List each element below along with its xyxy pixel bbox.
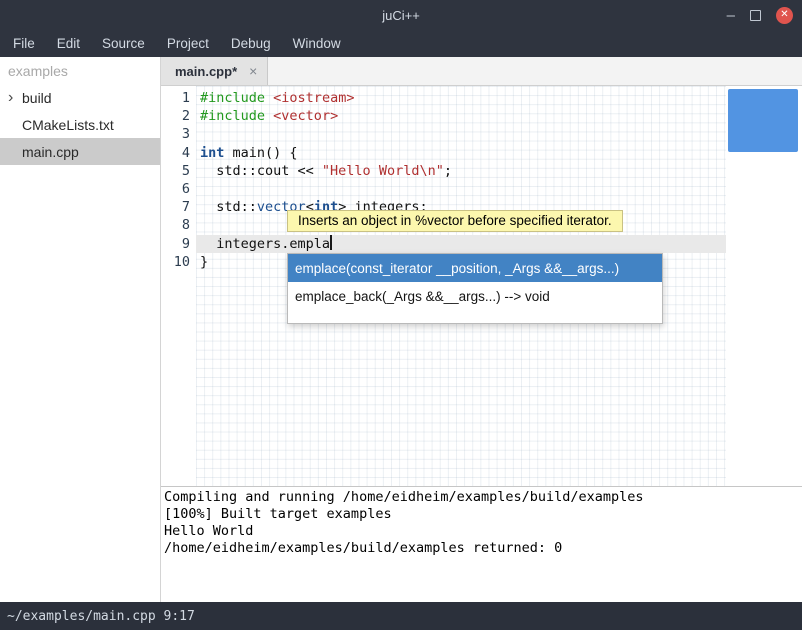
- maximize-icon[interactable]: [750, 10, 761, 21]
- tree-item-main.cpp[interactable]: main.cpp: [0, 138, 160, 165]
- code-token: }: [200, 254, 208, 270]
- code-line-6[interactable]: [196, 180, 726, 198]
- terminal-line: Compiling and running /home/eidheim/exam…: [164, 489, 802, 506]
- window-controls: – ✕: [727, 0, 793, 30]
- code-editor[interactable]: 12345678910 #include <iostream>#include …: [161, 86, 802, 486]
- minimap[interactable]: [726, 86, 802, 486]
- tab-main-cpp[interactable]: main.cpp* ×: [161, 57, 268, 85]
- tab-bar: main.cpp* ×: [161, 57, 802, 86]
- code-token: #include: [200, 108, 265, 124]
- title-bar[interactable]: juCi++ – ✕: [0, 0, 802, 30]
- line-number: 8: [161, 216, 190, 234]
- tab-label: main.cpp*: [175, 64, 237, 79]
- completion-item-1[interactable]: emplace_back(_Args &&__args...) --> void: [288, 282, 662, 310]
- code-line-2[interactable]: #include <vector>: [196, 107, 726, 125]
- menu-item-source[interactable]: Source: [91, 31, 156, 56]
- code-token: int: [200, 145, 224, 161]
- project-folder-label: examples: [0, 57, 160, 84]
- code-line-4[interactable]: int main() {: [196, 144, 726, 162]
- line-number: 3: [161, 125, 190, 143]
- tree-item-CMakeLists.txt[interactable]: CMakeLists.txt: [0, 111, 160, 138]
- juci-window: juCi++ – ✕ FileEditSourceProjectDebugWin…: [0, 0, 802, 630]
- file-sidebar: examples ›build CMakeLists.txt main.cpp: [0, 57, 161, 602]
- code-token: std::cout <<: [200, 163, 322, 179]
- line-number: 5: [161, 162, 190, 180]
- status-bar: ~/examples/main.cpp 9:17: [0, 602, 802, 630]
- chevron-right-icon[interactable]: ›: [8, 90, 22, 106]
- status-text: ~/examples/main.cpp 9:17: [7, 609, 195, 624]
- line-number: 6: [161, 180, 190, 198]
- tree-item-label: build: [22, 90, 52, 106]
- tree-item-label: CMakeLists.txt: [22, 117, 114, 133]
- tree-item-label: main.cpp: [22, 144, 79, 160]
- line-number-gutter: 12345678910: [161, 86, 196, 486]
- tree-item-build[interactable]: ›build: [0, 84, 160, 111]
- terminal-line: /home/eidheim/examples/build/examples re…: [164, 540, 802, 557]
- minimap-thumb[interactable]: [728, 89, 798, 152]
- main-area: examples ›build CMakeLists.txt main.cpp ma…: [0, 57, 802, 602]
- menu-item-window[interactable]: Window: [282, 31, 352, 56]
- line-number: 4: [161, 144, 190, 162]
- editor-pane: main.cpp* × 12345678910 #include <iostre…: [161, 57, 802, 602]
- code-token: "Hello World\n": [322, 163, 444, 179]
- menu-item-project[interactable]: Project: [156, 31, 220, 56]
- terminal-line: Hello World: [164, 523, 802, 540]
- code-token: ;: [444, 163, 452, 179]
- menu-bar: FileEditSourceProjectDebugWindow: [0, 30, 802, 57]
- code-token: integers.empla: [200, 236, 330, 252]
- code-token: #include: [200, 90, 265, 106]
- code-token: <iostream>: [273, 90, 354, 106]
- file-tree: ›build CMakeLists.txt main.cpp: [0, 84, 160, 165]
- code-line-1[interactable]: #include <iostream>: [196, 89, 726, 107]
- line-number: 10: [161, 253, 190, 271]
- doc-tooltip: Inserts an object in %vector before spec…: [287, 210, 623, 232]
- code-token: std::: [200, 199, 257, 215]
- close-icon[interactable]: ✕: [776, 7, 793, 24]
- completion-item-0[interactable]: emplace(const_iterator __position, _Args…: [288, 254, 662, 282]
- completion-popup: emplace(const_iterator __position, _Args…: [287, 253, 663, 324]
- menu-item-edit[interactable]: Edit: [46, 31, 91, 56]
- code-token: <vector>: [273, 108, 338, 124]
- line-number: 1: [161, 89, 190, 107]
- code-token: [265, 108, 273, 124]
- line-number: 2: [161, 107, 190, 125]
- code-token: [265, 90, 273, 106]
- tab-close-icon[interactable]: ×: [249, 63, 257, 79]
- code-line-9[interactable]: integers.empla: [196, 235, 726, 253]
- text-cursor: [330, 235, 332, 250]
- minimize-icon[interactable]: –: [727, 8, 735, 23]
- line-number: 7: [161, 198, 190, 216]
- terminal-output[interactable]: Compiling and running /home/eidheim/exam…: [161, 486, 802, 602]
- menu-item-file[interactable]: File: [2, 31, 46, 56]
- window-title: juCi++: [382, 8, 420, 23]
- menu-item-debug[interactable]: Debug: [220, 31, 282, 56]
- terminal-line: [100%] Built target examples: [164, 506, 802, 523]
- line-number: 9: [161, 235, 190, 253]
- code-line-3[interactable]: [196, 125, 726, 143]
- code-token: main() {: [224, 145, 297, 161]
- code-line-5[interactable]: std::cout << "Hello World\n";: [196, 162, 726, 180]
